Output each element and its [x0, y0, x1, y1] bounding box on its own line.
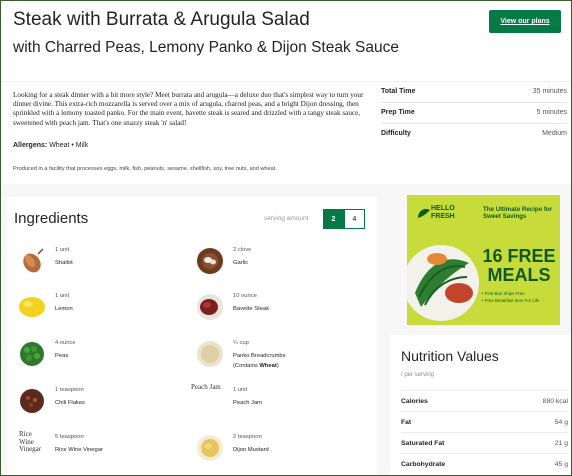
nutrition-label: Fat: [401, 418, 412, 426]
lemon-icon: [19, 297, 45, 317]
meta-value: 35 minutes: [532, 87, 567, 95]
chili-flakes-icon: [20, 389, 44, 413]
nutrition-value: 45 g: [554, 460, 568, 468]
ingredient-qty: 10 ounce: [233, 293, 257, 299]
meta-total-time: Total Time 35 minutes: [381, 80, 567, 102]
ad-fine-print: + Free Breakfast Item For Life: [481, 298, 540, 303]
ingredient-name: Lemon: [55, 306, 73, 312]
ad-brand: HELLO FRESH: [431, 205, 455, 220]
ingredient-item: Rice Wine Vinegar 5 teaspoon Rice Wine V…: [17, 430, 187, 467]
allergen-note-prefix: (Contains: [233, 363, 260, 369]
allergen-note-bold: Wheat: [259, 363, 277, 369]
promo-ad[interactable]: HELLO FRESH The Ultimate Recipe for Swee…: [407, 195, 560, 325]
nutrition-value: 880 kcal: [542, 397, 568, 405]
ingredient-qty: 1 unit: [55, 293, 70, 299]
ad-fine-print: + First Box Ships Free: [481, 291, 525, 296]
nutrition-row: Fat 54 g: [401, 411, 568, 432]
serving-4-button[interactable]: 4: [344, 209, 365, 229]
nutrition-row: Saturated Fat 21 g: [401, 432, 568, 453]
ingredient-item: 1 teaspoon Chili Flakes: [17, 384, 187, 420]
meta-label: Difficulty: [381, 129, 411, 137]
ingredients-title: Ingredients: [14, 210, 89, 227]
nutrition-title: Nutrition Values: [401, 348, 499, 364]
view-plans-button[interactable]: View our plans: [489, 10, 561, 33]
allergens-label: Allergens:: [13, 142, 48, 149]
ingredient-item: 2 teaspoon Dijon Mustard: [195, 431, 365, 467]
ingredient-name: Shallot: [55, 260, 73, 266]
recipe-subtitle: with Charred Peas, Lemony Panko & Dijon …: [13, 39, 399, 56]
ingredient-name: Peas: [55, 353, 69, 359]
panko-icon: [197, 341, 223, 367]
meta-difficulty: Difficulty Medium: [381, 122, 567, 144]
nutrition-label: Calories: [401, 397, 428, 405]
broken-image-icon: Peach Jam: [191, 383, 221, 391]
ingredients-card: Ingredients serving amount 2 4 1 unit Sh…: [7, 197, 377, 475]
ingredient-item: 2 clove Garlic: [195, 244, 365, 280]
nutrition-row: Calories 880 kcal: [401, 390, 568, 411]
page-frame: Steak with Burrata & Arugula Salad with …: [0, 0, 572, 476]
ingredient-qty: 1 unit: [233, 387, 248, 393]
ingredient-item: 1 unit Shallot: [17, 244, 187, 280]
serving-2-button[interactable]: 2: [323, 209, 344, 229]
ingredient-qty: ¼ cup: [233, 340, 249, 346]
nutrition-subtitle: / per serving: [401, 372, 435, 378]
nutrition-value: 54 g: [554, 418, 568, 426]
garlic-icon: [197, 248, 223, 274]
ingredient-name: Garlic: [233, 260, 249, 266]
dijon-icon: [197, 435, 223, 461]
nutrition-label: Carbohydrate: [401, 460, 446, 468]
nutrition-card: Nutrition Values / per serving Calories …: [390, 335, 571, 475]
recipe-description: Looking for a steak dinner with a bit mo…: [13, 91, 364, 127]
ingredient-qty: 5 teaspoon: [55, 434, 84, 440]
ingredient-item: 4 ounce Peas: [17, 337, 187, 373]
nutrition-row: Carbohydrate 45 g: [401, 453, 568, 474]
ingredient-name: Chili Flakes: [55, 400, 85, 406]
allergens-value: Wheat • Milk: [49, 142, 89, 149]
shallot-icon: [23, 248, 44, 273]
ingredient-qty: 1 teaspoon: [55, 387, 84, 393]
ingredient-item: 10 ounce Bavette Steak: [195, 290, 365, 326]
serving-amount-label: serving amount: [264, 215, 309, 222]
facility-note: Produced in a facility that processes eg…: [13, 166, 277, 172]
steak-icon: [197, 294, 223, 320]
recipe-header: Steak with Burrata & Arugula Salad with …: [1, 1, 571, 81]
ingredient-qty: 1 unit: [55, 247, 70, 253]
ingredient-name: Rice Wine Vinegar: [55, 447, 103, 453]
ingredient-name: Peach Jam: [233, 400, 262, 406]
ingredient-item: ¼ cup Panko Breadcrumbs (Contains Wheat): [195, 337, 365, 373]
ingredient-item: 1 unit Lemon: [17, 290, 187, 326]
meta-label: Total Time: [381, 87, 416, 95]
ingredient-name: Bavette Steak: [233, 306, 270, 312]
allergen-note-suffix: ): [276, 363, 279, 369]
ingredient-qty: 2 teaspoon: [233, 434, 262, 440]
recipe-title: Steak with Burrata & Arugula Salad: [13, 9, 310, 30]
ingredient-qty: 2 clove: [233, 247, 252, 253]
ad-headline: 16 FREE MEALS: [482, 246, 556, 285]
peas-icon: [20, 342, 44, 366]
ingredient-item: Peach Jam 1 unit Peach Jam: [191, 383, 365, 420]
meta-label: Prep Time: [381, 108, 415, 116]
ingredient-name: Panko Breadcrumbs: [233, 353, 286, 359]
nutrition-label: Saturated Fat: [401, 439, 445, 447]
meta-prep-time: Prep Time 5 minutes: [381, 101, 567, 123]
ingredient-name: Dijon Mustard: [233, 447, 269, 453]
broken-image-icon: Rice Wine Vinegar: [19, 430, 42, 453]
ad-tagline: The Ultimate Recipe for Sweet Savings: [483, 206, 553, 221]
nutrition-value: 21 g: [554, 439, 568, 447]
ingredient-allergen-note: (Contains Wheat): [233, 363, 279, 369]
recipe-details: Looking for a steak dinner with a bit mo…: [1, 81, 571, 184]
meta-value: Medium: [542, 129, 567, 137]
meta-value: 5 minutes: [536, 108, 567, 116]
allergens: Allergens: Wheat • Milk: [13, 142, 88, 149]
food-plate-icon: [407, 245, 479, 321]
ingredient-qty: 4 ounce: [55, 340, 76, 346]
